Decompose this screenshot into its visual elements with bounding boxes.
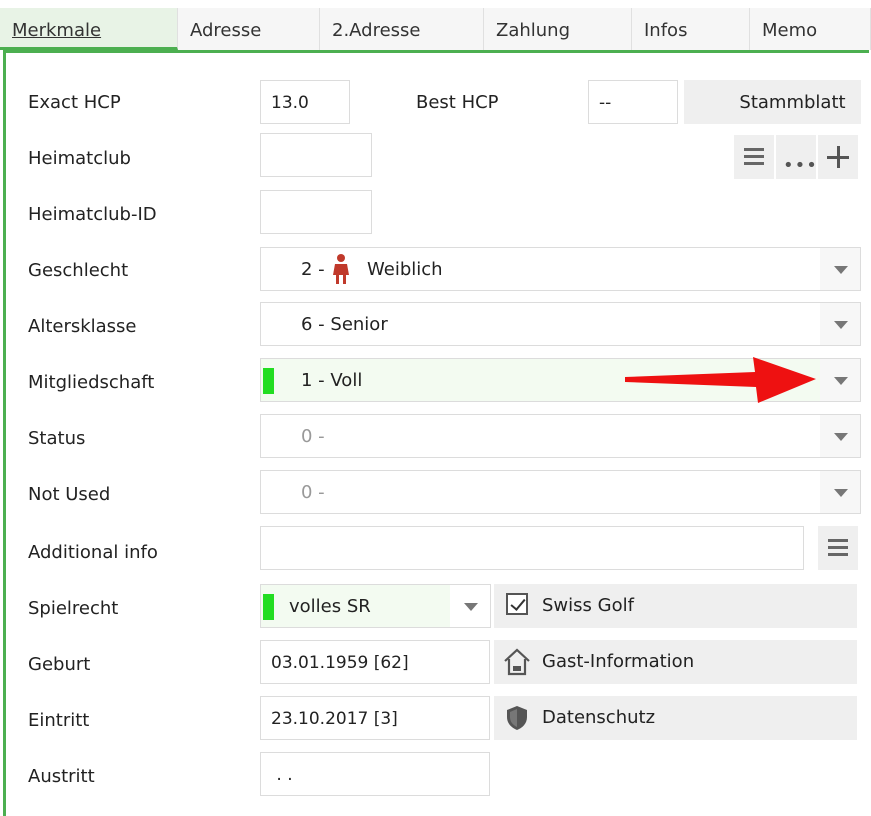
dropdown-arrow-icon[interactable] — [820, 303, 860, 345]
heimatclub-list-button[interactable] — [734, 135, 774, 179]
heimatclub-input[interactable] — [260, 133, 372, 177]
altersklasse-label: Altersklasse — [28, 316, 137, 337]
not-used-label: Not Used — [28, 484, 111, 505]
dropdown-arrow-icon[interactable] — [450, 585, 490, 627]
tab-memo[interactable]: Memo — [750, 8, 871, 50]
dropdown-arrow-icon[interactable] — [820, 359, 860, 401]
dropdown-arrow-icon[interactable] — [820, 248, 860, 290]
status-select[interactable]: 0 - — [260, 414, 861, 458]
geschlecht-select[interactable]: 2 - Weiblich — [260, 247, 861, 291]
tab-merkmale[interactable]: Merkmale — [0, 8, 178, 50]
geburt-label: Geburt — [28, 654, 91, 675]
austritt-label: Austritt — [28, 766, 95, 787]
tab-infos[interactable]: Infos — [632, 8, 750, 50]
spielrecht-value: volles SR — [289, 596, 371, 617]
additional-info-input[interactable] — [260, 526, 804, 570]
additional-info-list-button[interactable] — [818, 526, 858, 570]
tab-adresse[interactable]: Adresse — [178, 8, 320, 50]
status-label: Status — [28, 428, 86, 449]
exact-hcp-label: Exact HCP — [28, 92, 121, 113]
best-hcp-input[interactable]: -- — [588, 80, 678, 124]
heimatclub-id-label: Heimatclub-ID — [28, 204, 157, 225]
tab-zahlung[interactable]: Zahlung — [484, 8, 632, 50]
altersklasse-value: 6 - Senior — [301, 314, 388, 335]
heimatclub-more-button[interactable]: ••• — [776, 135, 818, 179]
spielrecht-select[interactable]: volles SR — [260, 584, 491, 628]
additional-info-label: Additional info — [28, 542, 158, 563]
tab-2-adresse[interactable]: 2.Adresse — [320, 8, 484, 50]
altersklasse-select[interactable]: 6 - Senior — [260, 302, 861, 346]
dropdown-arrow-icon[interactable] — [820, 471, 860, 513]
austritt-input[interactable]: . . — [260, 752, 490, 796]
not-used-select[interactable]: 0 - — [260, 470, 861, 514]
eintritt-input[interactable]: 23.10.2017 [3] — [260, 696, 490, 740]
heimatclub-id-input[interactable] — [260, 190, 372, 234]
checkbox-icon — [506, 593, 528, 615]
geburt-input[interactable]: 03.01.1959 [62] — [260, 640, 490, 684]
heimatclub-add-button[interactable] — [818, 135, 858, 179]
best-hcp-label: Best HCP — [416, 92, 499, 113]
geschlecht-code: 2 - — [301, 259, 325, 280]
mitgliedschaft-value: 1 - Voll — [301, 370, 363, 391]
geschlecht-text: Weiblich — [367, 259, 443, 280]
gast-information-button[interactable]: Gast-Information — [494, 640, 857, 684]
datenschutz-button[interactable]: Datenschutz — [494, 696, 857, 740]
status-indicator — [263, 368, 274, 394]
shield-icon — [505, 705, 529, 736]
datenschutz-label: Datenschutz — [542, 707, 656, 728]
mitgliedschaft-label: Mitgliedschaft — [28, 372, 155, 393]
female-person-icon — [331, 253, 351, 290]
status-value: 0 - — [301, 426, 325, 447]
spielrecht-label: Spielrecht — [28, 598, 119, 619]
geschlecht-label: Geschlecht — [28, 260, 129, 281]
exact-hcp-input[interactable]: 13.0 — [260, 80, 350, 124]
gast-information-label: Gast-Information — [542, 651, 695, 672]
more-dots-icon: ••• — [783, 155, 818, 176]
eintritt-label: Eintritt — [28, 710, 90, 731]
swiss-golf-label: Swiss Golf — [542, 595, 634, 616]
red-arrow-annotation — [625, 357, 816, 403]
heimatclub-label: Heimatclub — [28, 148, 131, 169]
stammblatt-button[interactable]: Stammblatt — [684, 80, 861, 124]
not-used-value: 0 - — [301, 482, 325, 503]
house-icon — [502, 647, 532, 682]
swiss-golf-checkbox[interactable]: Swiss Golf — [494, 584, 857, 628]
status-indicator — [263, 594, 274, 620]
dropdown-arrow-icon[interactable] — [820, 415, 860, 457]
tab-bar: Merkmale Adresse 2.Adresse Zahlung Infos… — [0, 0, 871, 50]
